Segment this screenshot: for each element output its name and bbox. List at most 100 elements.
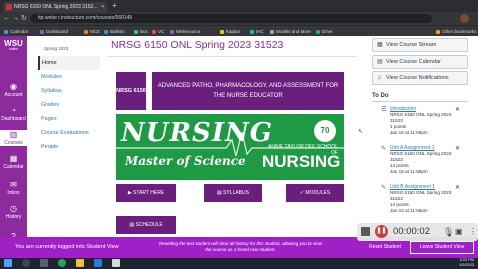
- bookmark-favicon-icon: [40, 29, 44, 34]
- view-course-notifications-button[interactable]: ♫ View Course Notifications: [372, 71, 468, 85]
- bookmark-item[interactable]: Weberource: [170, 26, 200, 37]
- todo-due: Jan 22 at 11:59pm: [390, 208, 428, 213]
- bookmark-item[interactable]: Other bookmarks: [436, 26, 477, 37]
- todo-details: NRSG 6150 ONL Spring 2023 31523 14 point…: [390, 151, 454, 175]
- reset-student-button[interactable]: Reset Student: [364, 241, 406, 254]
- bookmark-item[interactable]: Models and More: [270, 26, 311, 37]
- page-title: NRSG 6150 ONL Spring 2023 31523: [111, 39, 284, 51]
- wsu-online-logo[interactable]: WSU online: [3, 40, 24, 52]
- back-icon[interactable]: ←: [3, 14, 10, 23]
- course-nav-course-evaluations[interactable]: Course Evaluations: [38, 126, 100, 140]
- todo-course: NRSG 6150 ONL Spring 2023 31523: [390, 151, 452, 162]
- new-tab-button[interactable]: +: [112, 1, 117, 11]
- windows-start-icon[interactable]: [4, 259, 12, 267]
- button-label: View Course Stream: [386, 42, 437, 48]
- dismiss-todo-icon[interactable]: ✕: [455, 106, 460, 113]
- calendar-icon: ▤: [377, 59, 383, 65]
- bookmark-label: MCE: [90, 29, 100, 34]
- assignment-icon: ✎: [381, 146, 387, 152]
- modules-button[interactable]: ✓ MODULES: [286, 184, 344, 202]
- bookmark-item[interactable]: Kaplan: [220, 26, 240, 37]
- forward-icon[interactable]: →: [12, 14, 19, 23]
- bell-icon: ♫: [377, 75, 382, 81]
- todo-due: Jan 15 at 11:59pm: [390, 169, 428, 174]
- account-icon: ◉: [10, 82, 17, 91]
- bookmark-item[interactable]: VC: [152, 26, 164, 37]
- course-nav-grades[interactable]: Grades: [38, 98, 100, 112]
- global-nav-label: History: [5, 214, 22, 220]
- bookmark-item[interactable]: Bus: [134, 26, 148, 37]
- course-nav-home[interactable]: Home: [38, 56, 100, 70]
- edge-icon[interactable]: [94, 259, 102, 267]
- bookmark-favicon-icon: [84, 29, 88, 34]
- student-view-message: You are currently logged into Student Vi…: [15, 244, 119, 250]
- view-course-calendar-button[interactable]: ▤ View Course Calendar: [372, 55, 468, 69]
- bookmark-label: Weberource: [176, 29, 201, 34]
- global-nav-inbox[interactable]: ✉ Inbox: [0, 180, 27, 196]
- bookmark-item[interactable]: Drive: [316, 26, 333, 37]
- global-nav-courses[interactable]: ▥ Courses: [0, 130, 27, 146]
- global-nav-label: Dashboard: [1, 116, 26, 122]
- syllabus-button[interactable]: ▤ SYLLABUS: [204, 184, 262, 202]
- canvas-favicon-icon: [6, 4, 12, 10]
- schedule-button[interactable]: ▤ SCHEDULE: [116, 216, 176, 234]
- bookmark-label: Drive: [322, 29, 333, 34]
- close-tab-icon[interactable]: ×: [101, 2, 104, 12]
- discussion-icon: ☰: [381, 107, 387, 113]
- nursing-banner-image: NURSING Master of Science 70 ANNIE TAYLO…: [116, 114, 344, 180]
- courses-icon: ▥: [9, 130, 18, 139]
- view-course-stream-button[interactable]: ▦ View Course Stream: [372, 38, 468, 52]
- inbox-icon: ✉: [10, 180, 17, 189]
- anniversary-badge: 70: [314, 120, 336, 142]
- global-nav-account[interactable]: ◉ Account: [0, 82, 27, 98]
- global-nav-calendar[interactable]: ▦ Calendar: [0, 154, 27, 170]
- profile-avatar[interactable]: [460, 14, 469, 23]
- course-navigation: Home Modules Syllabus Grades Pages Course Eva…: [38, 56, 100, 154]
- student-view-info: Resetting the test student will clear al…: [158, 241, 323, 252]
- file-explorer-icon[interactable]: [76, 259, 84, 267]
- bookmark-label: Bulletin: [110, 29, 125, 34]
- dashboard-icon: ◔: [11, 106, 16, 115]
- global-nav-dashboard[interactable]: ◔ Dashboard: [0, 106, 27, 122]
- browser-tab-bar: NRSG 6150 ONL Spring 2023 3152... × +: [0, 0, 478, 12]
- course-nav-syllabus[interactable]: Syllabus: [38, 84, 100, 98]
- course-code-banner: NRSG 6150: [116, 72, 146, 110]
- bookmark-item[interactable]: Bulletin: [104, 26, 125, 37]
- todo-details: NRSG 6150 ONL Spring 2023 31523 1 points…: [390, 112, 454, 136]
- bookmark-item[interactable]: Dashboard: [40, 26, 68, 37]
- leave-student-view-button[interactable]: Leave Student View: [410, 241, 474, 254]
- bookmark-favicon-icon: [152, 29, 156, 34]
- start-here-button[interactable]: ▶ START HERE: [116, 184, 176, 202]
- course-nav-pages[interactable]: Pages: [38, 112, 100, 126]
- bookmark-item[interactable]: IHC: [250, 26, 264, 37]
- global-nav-history[interactable]: ◷ History: [0, 204, 27, 220]
- bookmark-label: Dashboard: [46, 29, 69, 34]
- master-of-science-text: Master of Science: [125, 154, 246, 168]
- todo-course: NRSG 6150 ONL Spring 2023 31523: [390, 190, 452, 201]
- course-nav-people[interactable]: People: [38, 140, 100, 154]
- more-options-icon[interactable]: ⋮: [469, 225, 477, 239]
- reload-icon[interactable]: ↻: [21, 14, 27, 23]
- os-taskbar: 2:23 PM 1/5/2023: [0, 258, 478, 269]
- todo-divider: [372, 101, 468, 102]
- recorder-app-icon[interactable]: [112, 259, 120, 267]
- course-nav-modules[interactable]: Modules: [38, 70, 100, 84]
- button-label: View Course Calendar: [386, 59, 441, 65]
- bookmark-item[interactable]: MCE: [84, 26, 100, 37]
- dismiss-todo-icon[interactable]: ✕: [455, 184, 460, 191]
- bookmark-label: Kaplan: [226, 29, 241, 34]
- stop-recording-button[interactable]: [361, 227, 370, 236]
- calendar-icon: ▦: [9, 154, 18, 163]
- pause-recording-button[interactable]: ❚❚: [375, 225, 388, 238]
- search-icon[interactable]: [22, 259, 30, 267]
- microphone-icon[interactable]: 🎙: [443, 225, 454, 239]
- camera-icon[interactable]: ▣: [455, 225, 463, 239]
- browser-tab[interactable]: NRSG 6150 ONL Spring 2023 3152... ×: [3, 2, 107, 12]
- dismiss-todo-icon[interactable]: ✕: [455, 145, 460, 152]
- chrome-icon[interactable]: [58, 259, 66, 267]
- todo-details: NRSG 6150 ONL Spring 2023 31523 14 point…: [390, 190, 454, 214]
- url-input[interactable]: ttp.webe r.instructure.com/courses/56014…: [30, 14, 432, 23]
- task-view-icon[interactable]: [40, 259, 48, 267]
- bookmark-label: IHC: [256, 29, 264, 34]
- course-title-banner: ADVANCED PATHO, PHARMACOLOGY, AND ASSESS…: [152, 72, 344, 110]
